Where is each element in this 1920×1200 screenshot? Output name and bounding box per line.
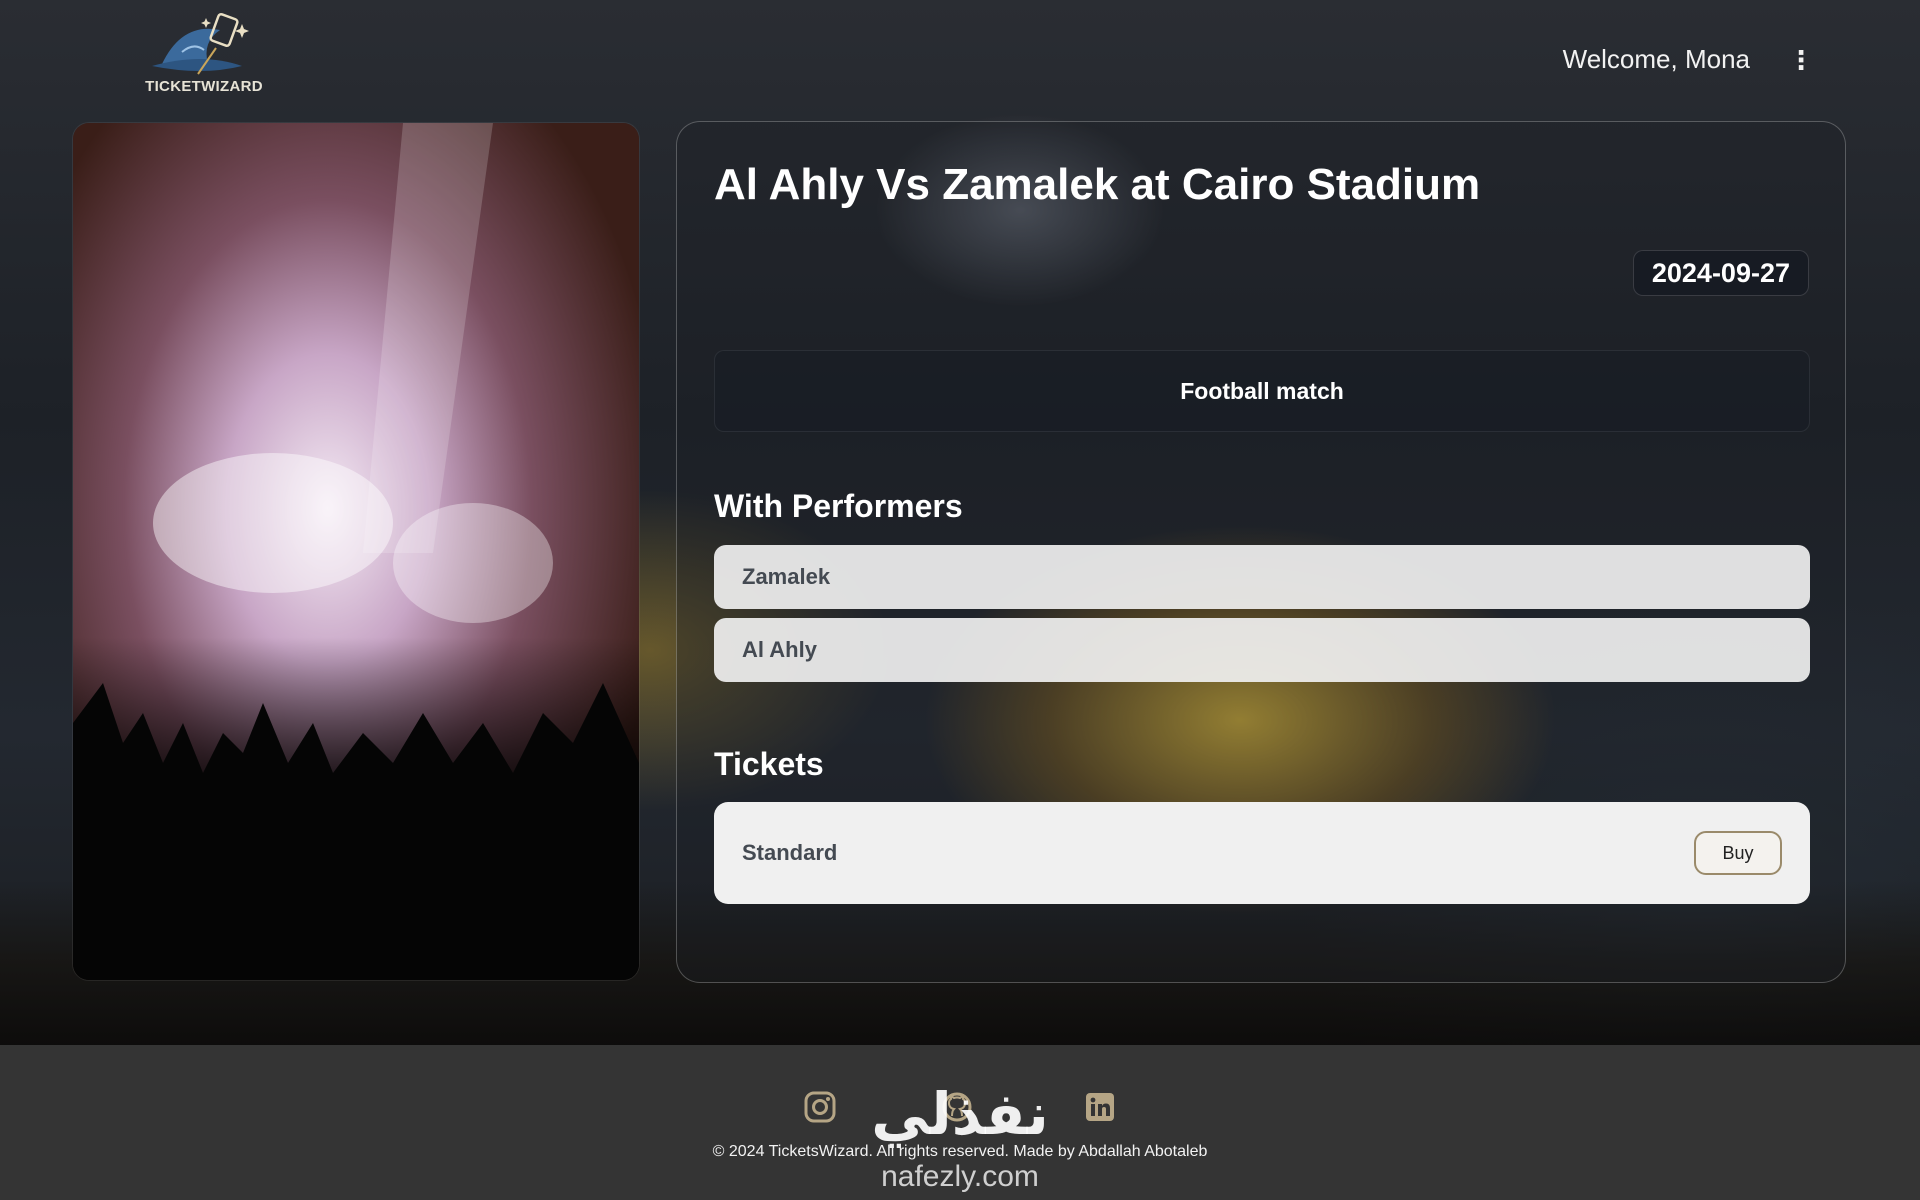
event-title: Al Ahly Vs Zamalek at Cairo Stadium (714, 160, 1481, 209)
logo-text: TICKETWIZARD (145, 78, 263, 95)
ticketwizard-logo[interactable]: TICKETWIZARD (142, 12, 266, 106)
event-category: Football match (714, 350, 1810, 432)
performer-item: Zamalek (714, 545, 1810, 609)
watermark-arabic: نفذلي (871, 1080, 1049, 1148)
linkedin-icon[interactable] (1083, 1090, 1117, 1124)
instagram-icon[interactable] (803, 1090, 837, 1124)
event-details-panel: Al Ahly Vs Zamalek at Cairo Stadium 2024… (676, 121, 1846, 983)
copyright-text: © 2024 TicketsWizard. All rights reserve… (712, 1143, 1208, 1160)
event-date-badge: 2024-09-27 (1632, 250, 1809, 296)
performers-heading: With Performers (714, 488, 963, 524)
ticket-name: Standard (742, 840, 838, 865)
ticket-row: Standard Buy (714, 802, 1810, 904)
event-image (73, 123, 639, 980)
kebab-menu-icon[interactable]: ⋮ (1788, 46, 1814, 74)
wizard-hat-icon (152, 13, 249, 75)
watermark-url: nafezly.com (881, 1160, 1039, 1193)
tickets-heading: Tickets (714, 746, 824, 782)
welcome-message: Welcome, Mona (1562, 44, 1750, 74)
buy-button[interactable]: Buy (1694, 831, 1782, 875)
performer-item: Al Ahly (714, 618, 1810, 682)
